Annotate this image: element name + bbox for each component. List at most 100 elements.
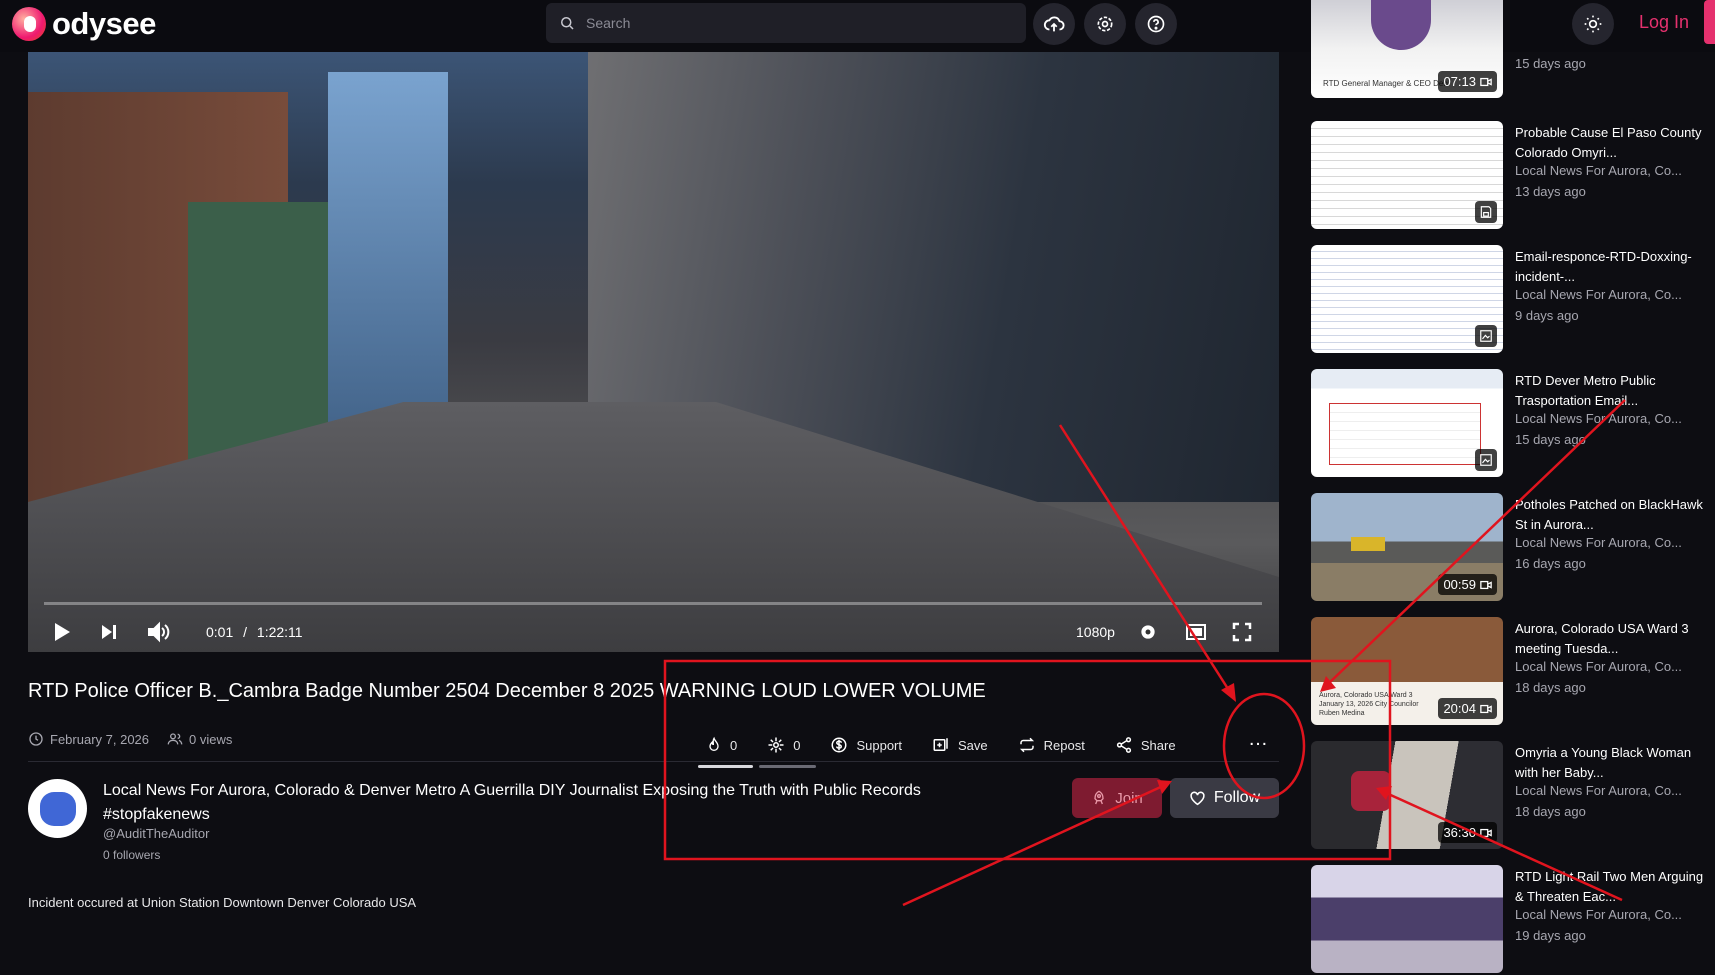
related-age: 19 days ago [1515, 928, 1586, 943]
search-icon [561, 17, 574, 30]
thumbnail-truck [1351, 537, 1385, 551]
playlist-add-icon [933, 738, 948, 751]
fullscreen-button[interactable] [1232, 620, 1252, 644]
dollar-icon [831, 737, 847, 753]
thumbnail-screenshot [1329, 403, 1481, 465]
related-item[interactable]: 36:30 Omyria a Young Black Woman with he… [1311, 741, 1711, 851]
related-age: 13 days ago [1515, 184, 1586, 199]
related-title[interactable]: Omyria a Young Black Woman with her Baby… [1515, 743, 1705, 783]
related-item[interactable]: Email-responce-RTD-Doxxing-incident-... … [1311, 245, 1711, 355]
related-item[interactable]: RTD Light Rail Two Men Arguing & Threate… [1311, 865, 1711, 975]
share-button[interactable]: Share [1115, 736, 1176, 754]
quality-indicator[interactable]: 1080p [1076, 624, 1115, 640]
odysee-logo-icon [12, 7, 46, 41]
video-progress-bar[interactable] [44, 602, 1262, 605]
help-button[interactable] [1135, 3, 1177, 45]
repost-icon [1019, 737, 1034, 753]
related-thumbnail[interactable] [1311, 865, 1503, 973]
time-display: 0:01 / 1:22:11 [206, 624, 303, 640]
volume-button[interactable] [146, 620, 170, 644]
video-frame-building [328, 72, 448, 432]
related-thumbnail[interactable]: 00:59 [1311, 493, 1503, 601]
duration-badge: 07:13 [1438, 71, 1497, 92]
join-label: Join [1115, 789, 1143, 807]
related-age: 16 days ago [1515, 556, 1586, 571]
fire-count: 0 [730, 737, 738, 753]
follow-button[interactable]: Follow [1170, 778, 1279, 818]
video-actions: 0 0 Support Save Repost Share [697, 730, 1206, 768]
related-title[interactable]: Aurora, Colorado USA Ward 3 meeting Tues… [1515, 619, 1705, 659]
related-channel[interactable]: Local News For Aurora, Co... [1515, 535, 1705, 550]
related-age: 15 days ago [1515, 432, 1586, 447]
more-options-button[interactable]: … [1248, 728, 1268, 751]
related-age: 18 days ago [1515, 680, 1586, 695]
meta-divider [28, 761, 1279, 762]
related-item[interactable]: Aurora, Colorado USA Ward 3 January 13, … [1311, 617, 1711, 727]
clock-icon [29, 732, 43, 746]
channel-avatar[interactable] [28, 779, 87, 838]
thumbnail-caption: RTD General Manager & CEO Deb [1323, 79, 1448, 88]
related-item[interactable]: RTD General Manager & CEO Deb 07:13 15 d… [1311, 0, 1711, 100]
channel-name[interactable]: Local News For Aurora, Colorado & Denver… [103, 779, 983, 827]
related-item[interactable]: 00:59 Potholes Patched on BlackHawk St i… [1311, 493, 1711, 603]
related-title[interactable]: Potholes Patched on BlackHawk St in Auro… [1515, 495, 1705, 535]
related-item[interactable]: Probable Cause El Paso County Colorado O… [1311, 121, 1711, 231]
related-channel[interactable]: Local News For Aurora, Co... [1515, 287, 1705, 302]
related-age: 15 days ago [1515, 56, 1586, 71]
share-icon [1116, 737, 1131, 753]
save-button[interactable]: Save [932, 736, 988, 754]
slime-reaction-button[interactable]: 0 [759, 736, 817, 768]
document-badge [1475, 201, 1497, 223]
related-channel[interactable]: Local News For Aurora, Co... [1515, 907, 1705, 922]
upload-button[interactable] [1033, 3, 1075, 45]
related-title[interactable]: RTD Dever Metro Public Trasportation Ema… [1515, 371, 1705, 411]
channel-handle[interactable]: @AuditTheAuditor [103, 826, 209, 841]
related-thumbnail[interactable] [1311, 121, 1503, 229]
related-title[interactable]: Email-responce-RTD-Doxxing-incident-... [1515, 247, 1705, 287]
related-channel[interactable]: Local News For Aurora, Co... [1515, 659, 1705, 674]
search-placeholder: Search [586, 15, 631, 31]
join-button[interactable]: Join [1072, 778, 1162, 818]
video-frame-building [188, 202, 328, 462]
skip-next-icon [102, 625, 116, 639]
help-icon [1147, 15, 1165, 33]
slime-count: 0 [793, 737, 801, 753]
follow-label: Follow [1213, 789, 1261, 806]
video-camera-icon [1480, 77, 1492, 86]
slime-icon [768, 737, 784, 753]
save-label: Save [958, 737, 988, 753]
image-badge [1475, 449, 1497, 471]
related-thumbnail[interactable] [1311, 369, 1503, 477]
related-item[interactable]: RTD Dever Metro Public Trasportation Ema… [1311, 369, 1711, 479]
related-thumbnail[interactable]: RTD General Manager & CEO Deb 07:13 [1311, 0, 1503, 98]
related-channel[interactable]: Local News For Aurora, Co... [1515, 411, 1705, 426]
related-age: 18 days ago [1515, 804, 1586, 819]
image-badge [1475, 325, 1497, 347]
video-camera-icon [1480, 828, 1492, 837]
related-thumbnail[interactable]: Aurora, Colorado USA Ward 3 January 13, … [1311, 617, 1503, 725]
settings-button[interactable] [1084, 3, 1126, 45]
search-input[interactable]: Search [546, 3, 1026, 43]
related-channel[interactable]: Local News For Aurora, Co... [1515, 783, 1705, 798]
next-button[interactable] [100, 620, 118, 644]
play-button[interactable] [52, 620, 72, 644]
related-channel[interactable]: Local News For Aurora, Co... [1515, 163, 1705, 178]
video-player[interactable]: 0:01 / 1:22:11 1080p [28, 52, 1279, 652]
related-thumbnail[interactable]: 36:30 [1311, 741, 1503, 849]
related-title[interactable]: RTD Light Rail Two Men Arguing & Threate… [1515, 867, 1705, 907]
player-settings-button[interactable] [1138, 620, 1158, 644]
theater-mode-button[interactable] [1185, 620, 1207, 644]
fire-reaction-button[interactable]: 0 [697, 736, 754, 768]
odysee-logo[interactable]: odysee [12, 6, 156, 42]
repost-button[interactable]: Repost [1018, 736, 1085, 754]
gear-icon [1141, 625, 1155, 639]
related-title[interactable]: Probable Cause El Paso County Colorado O… [1515, 123, 1705, 163]
settings-icon [1097, 16, 1113, 32]
duration-badge: 36:30 [1438, 822, 1497, 843]
image-icon [1480, 454, 1492, 466]
support-button[interactable]: Support [830, 736, 902, 754]
video-camera-icon [1480, 580, 1492, 589]
heart-icon [1190, 791, 1205, 806]
support-label: Support [856, 737, 903, 753]
related-thumbnail[interactable] [1311, 245, 1503, 353]
